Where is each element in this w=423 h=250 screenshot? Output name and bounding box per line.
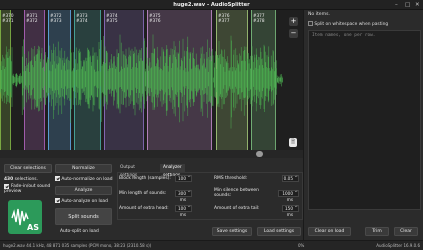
item-names-textarea[interactable]: Item names, one per row.: [308, 30, 421, 210]
load-settings-button[interactable]: Load settings: [257, 227, 301, 236]
maximize-icon[interactable]: □: [405, 2, 410, 8]
segment-label: #370 #371: [2, 13, 14, 24]
tab-output-settings[interactable]: Output settings: [117, 164, 141, 178]
clear-on-load-button[interactable]: Clear on load: [308, 227, 351, 236]
fade-label: Fade-in/out sound preview: [4, 184, 51, 194]
auto-analyze-label: Auto-analyze on load: [61, 199, 108, 204]
trim-button[interactable]: Trim: [365, 227, 389, 236]
segment-label: #371 #372: [26, 13, 38, 24]
split-sounds-button[interactable]: Split sounds: [55, 208, 112, 225]
zoom-in-button[interactable]: +: [289, 17, 298, 26]
split-whitespace-option[interactable]: Split on whitespace when pasting: [308, 21, 388, 27]
app-logo: AS: [8, 200, 42, 234]
title-bar: huge2.wav - AudioSplitter – □ ✕: [0, 0, 423, 10]
status-version: AudioSplitter 16.9.0.6: [376, 243, 420, 248]
selections-text: selections.: [14, 177, 38, 182]
min-silence-label: Min silence between sounds:: [214, 188, 259, 198]
file-icon[interactable]: 🗎: [289, 138, 297, 147]
logo-text: AS: [27, 223, 39, 232]
rms-threshold-label: RMS threshold:: [214, 176, 248, 181]
extra-tail-spinbox[interactable]: 150 ms: [282, 205, 299, 217]
waveform-scrollbar[interactable]: [0, 150, 303, 158]
split-whitespace-checkbox[interactable]: [308, 21, 313, 26]
auto-split-label[interactable]: Auto-split on load: [60, 229, 99, 234]
rms-threshold-spinbox[interactable]: 0.05: [282, 175, 299, 182]
auto-normalize-option[interactable]: Auto-normalize on load: [55, 176, 113, 182]
segment-label: #373 #374: [76, 13, 88, 24]
window-title: huge2.wav - AudioSplitter: [173, 2, 250, 8]
segment-label: #377 #378: [253, 13, 265, 24]
min-sounds-spinbox[interactable]: 300 ms: [175, 190, 192, 202]
selection-count-label: 430 selections.: [4, 177, 38, 182]
normalize-button[interactable]: Normalize: [55, 164, 112, 173]
extra-tail-label: Amount of extra tail:: [214, 206, 260, 211]
items-status: No items.: [308, 12, 330, 17]
analyze-button[interactable]: Analyze: [55, 186, 112, 195]
min-silence-spinbox[interactable]: 1000 ms: [278, 190, 299, 202]
close-icon[interactable]: ✕: [415, 2, 420, 8]
block-length-spinbox[interactable]: 100: [175, 175, 192, 182]
segment-label: #375 #376: [149, 13, 161, 24]
block-length-label: Block length (samples):: [119, 176, 171, 181]
auto-analyze-option[interactable]: Auto-analyze on load: [55, 198, 108, 204]
fade-option[interactable]: Fade-in/out sound preview: [4, 184, 52, 194]
tab-analyzer-settings[interactable]: Analyzer settings: [160, 164, 185, 178]
scrollbar-thumb[interactable]: [256, 151, 263, 157]
auto-normalize-checkbox[interactable]: [55, 176, 60, 181]
selection-count: 430: [4, 177, 14, 182]
extra-head-label: Amount of extra head:: [119, 206, 169, 211]
min-sounds-label: Min length of sounds:: [119, 191, 167, 196]
auto-normalize-label: Auto-normalize on load: [61, 177, 113, 182]
segment-label: #372 #373: [50, 13, 62, 24]
item-names-panel: No items. Split on whitespace when pasti…: [303, 10, 423, 240]
status-file-info: huge2.wav 44.1 kHz, 48 871 035 samples (…: [3, 243, 152, 248]
minimize-icon[interactable]: –: [395, 2, 398, 8]
waveform-view[interactable]: #370 #371 #371 #372 #372 #373 #373 #374 #374 #375…: [0, 10, 303, 150]
clear-button[interactable]: Clear: [394, 227, 418, 236]
auto-analyze-checkbox[interactable]: [55, 198, 60, 203]
segment-label: #374 #375: [106, 13, 118, 24]
status-bar: huge2.wav 44.1 kHz, 48 871 035 samples (…: [0, 240, 423, 250]
waveform-canvas[interactable]: [0, 10, 303, 150]
zoom-out-button[interactable]: −: [289, 29, 298, 38]
clear-selections-button[interactable]: Clear selections: [4, 164, 52, 173]
segment-label: #376 #377: [218, 13, 230, 24]
status-progress: 0%: [298, 243, 305, 248]
extra-head-spinbox[interactable]: 100 ms: [175, 205, 192, 217]
save-settings-button[interactable]: Save settings: [212, 227, 252, 236]
split-whitespace-label: Split on whitespace when pasting: [314, 22, 389, 27]
analyzer-settings-pane: Block length (samples): 100 Min length o…: [117, 172, 303, 220]
fade-checkbox[interactable]: [4, 184, 9, 189]
